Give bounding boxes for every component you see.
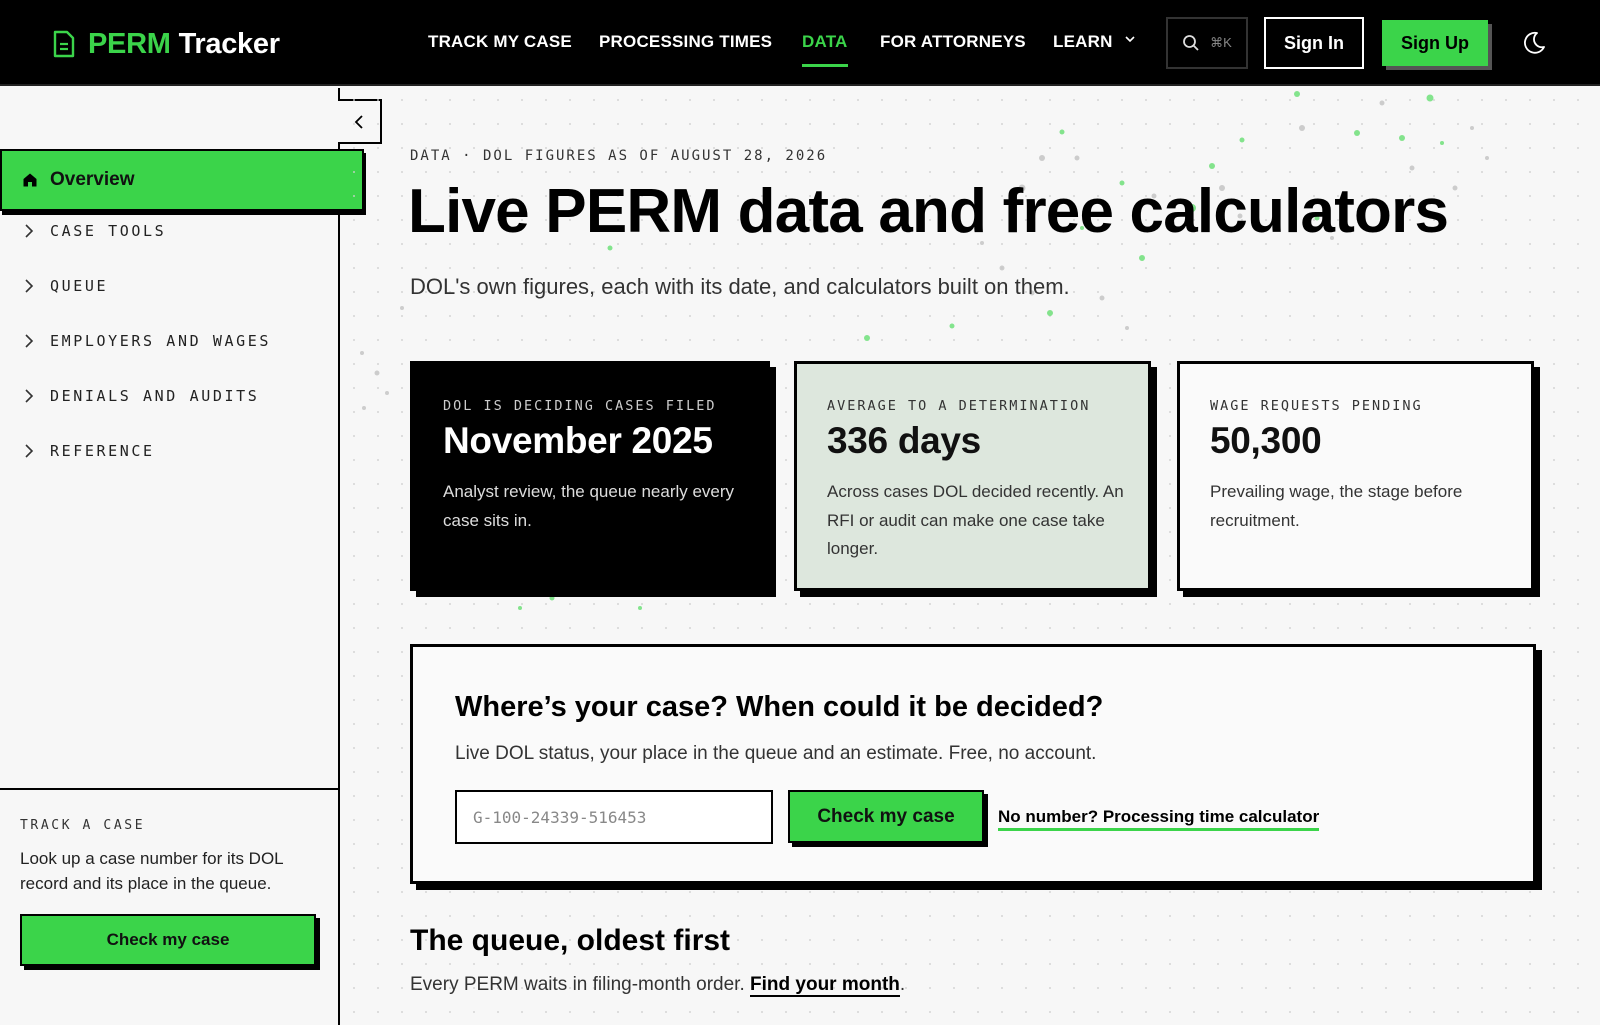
- chevron-right-icon: [25, 334, 34, 348]
- sidebar-item-label: EMPLOYERS AND WAGES: [50, 332, 271, 350]
- top-nav-bar: PERM Tracker TRACK MY CASE PROCESSING TI…: [0, 0, 1600, 86]
- sidebar-item-employers-and-wages[interactable]: EMPLOYERS AND WAGES: [24, 329, 271, 353]
- brand-logo[interactable]: PERM Tracker: [52, 26, 280, 62]
- processing-time-calculator-link[interactable]: No number? Processing time calculator: [998, 807, 1320, 831]
- sidebar-item-overview[interactable]: Overview: [0, 149, 364, 211]
- track-case-kicker: TRACK A CASE: [20, 818, 146, 833]
- stat-card-kicker: AVERAGE TO A DETERMINATION: [827, 398, 1091, 414]
- chevron-down-icon: [1125, 36, 1135, 43]
- queue-text-suffix: .: [899, 974, 906, 995]
- chevron-right-icon: [25, 444, 34, 458]
- chevron-right-icon: [25, 389, 34, 403]
- check-my-case-button[interactable]: Check my case: [788, 790, 984, 843]
- page-title: Live PERM data and free calculators: [408, 177, 1449, 246]
- nav-learn[interactable]: LEARN: [1053, 30, 1135, 54]
- sidebar-item-label: REFERENCE: [50, 442, 155, 460]
- page-kicker: DATA · DOL FIGURES AS OF AUGUST 28, 2026: [410, 148, 828, 164]
- stat-card-value: 336 days: [827, 420, 981, 461]
- stat-card-kicker: DOL IS DECIDING CASES FILED: [443, 398, 717, 414]
- sidebar-item-label: QUEUE: [50, 277, 109, 295]
- sidebar-item-case-tools[interactable]: CASE TOOLS: [24, 219, 166, 243]
- brand-word-tracker: Tracker: [178, 27, 280, 60]
- queue-section-title: The queue, oldest first: [410, 924, 731, 957]
- main-content: DATA · DOL FIGURES AS OF AUGUST 28, 2026…: [342, 88, 1600, 1025]
- sidebar: CASE TOOLS QUEUE EMPLOYERS AND WAGES DEN…: [0, 88, 340, 1025]
- page-subtitle: DOL's own figures, each with its date, a…: [410, 274, 1070, 299]
- sidebar-item-label: CASE TOOLS: [50, 222, 167, 240]
- sidebar-item-reference[interactable]: REFERENCE: [24, 439, 155, 463]
- sidebar-check-case-button[interactable]: Check my case: [20, 914, 316, 966]
- case-lookup-text: Live DOL status, your place in the queue…: [455, 743, 1097, 764]
- case-lookup-panel: Where’s your case? When could it be deci…: [410, 644, 1536, 884]
- search-shortcut: ⌘K: [1210, 35, 1232, 50]
- find-your-month-link[interactable]: Find your month: [750, 974, 900, 997]
- nav-learn-label: LEARN: [1053, 32, 1113, 51]
- sidebar-item-label: DENIALS AND AUDITS: [50, 387, 260, 405]
- nav-track-my-case[interactable]: TRACK MY CASE: [428, 30, 572, 54]
- nav-data[interactable]: DATA: [802, 30, 848, 67]
- document-icon: [53, 30, 75, 58]
- chevron-right-icon: [25, 224, 34, 238]
- queue-text: Every PERM waits in filing-month order.: [410, 974, 745, 995]
- case-number-input[interactable]: [455, 790, 773, 844]
- case-lookup-heading: Where’s your case? When could it be deci…: [455, 691, 1104, 723]
- sign-in-button[interactable]: Sign In: [1264, 17, 1364, 69]
- track-case-text: Look up a case number for its DOL record…: [20, 849, 284, 893]
- moon-icon[interactable]: [1518, 28, 1548, 58]
- search-button[interactable]: ⌘K: [1166, 17, 1248, 69]
- stat-card-desc: Prevailing wage, the stage before recrui…: [1210, 482, 1463, 530]
- brand-word-perm: PERM: [88, 27, 171, 60]
- stat-card-desc: Across cases DOL decided recently. An RF…: [827, 482, 1124, 558]
- sign-up-button[interactable]: Sign Up: [1382, 20, 1488, 66]
- stat-card-average: AVERAGE TO A DETERMINATION 336 days Acro…: [794, 361, 1151, 591]
- track-case-panel: TRACK A CASE Look up a case number for i…: [0, 788, 340, 1025]
- nav-processing-times[interactable]: PROCESSING TIMES: [599, 30, 772, 54]
- sidebar-item-label: Overview: [50, 169, 135, 190]
- chevron-right-icon: [25, 279, 34, 293]
- stat-card-value: 50,300: [1210, 420, 1322, 461]
- stat-card-value: November 2025: [443, 420, 713, 461]
- search-icon: [1183, 35, 1199, 51]
- stat-card-desc: Analyst review, the queue nearly every c…: [443, 482, 735, 530]
- sidebar-item-queue[interactable]: QUEUE: [24, 274, 108, 298]
- nav-for-attorneys[interactable]: FOR ATTORNEYS: [880, 30, 1026, 54]
- queue-section-text: Every PERM waits in filing-month order. …: [410, 974, 906, 997]
- stat-card-kicker: WAGE REQUESTS PENDING: [1210, 398, 1423, 414]
- stat-card-deciding: DOL IS DECIDING CASES FILED November 202…: [410, 361, 770, 591]
- stat-card-wage-requests: WAGE REQUESTS PENDING 50,300 Prevailing …: [1177, 361, 1534, 591]
- sidebar-item-denials-and-audits[interactable]: DENIALS AND AUDITS: [24, 384, 259, 408]
- home-icon: [23, 173, 37, 187]
